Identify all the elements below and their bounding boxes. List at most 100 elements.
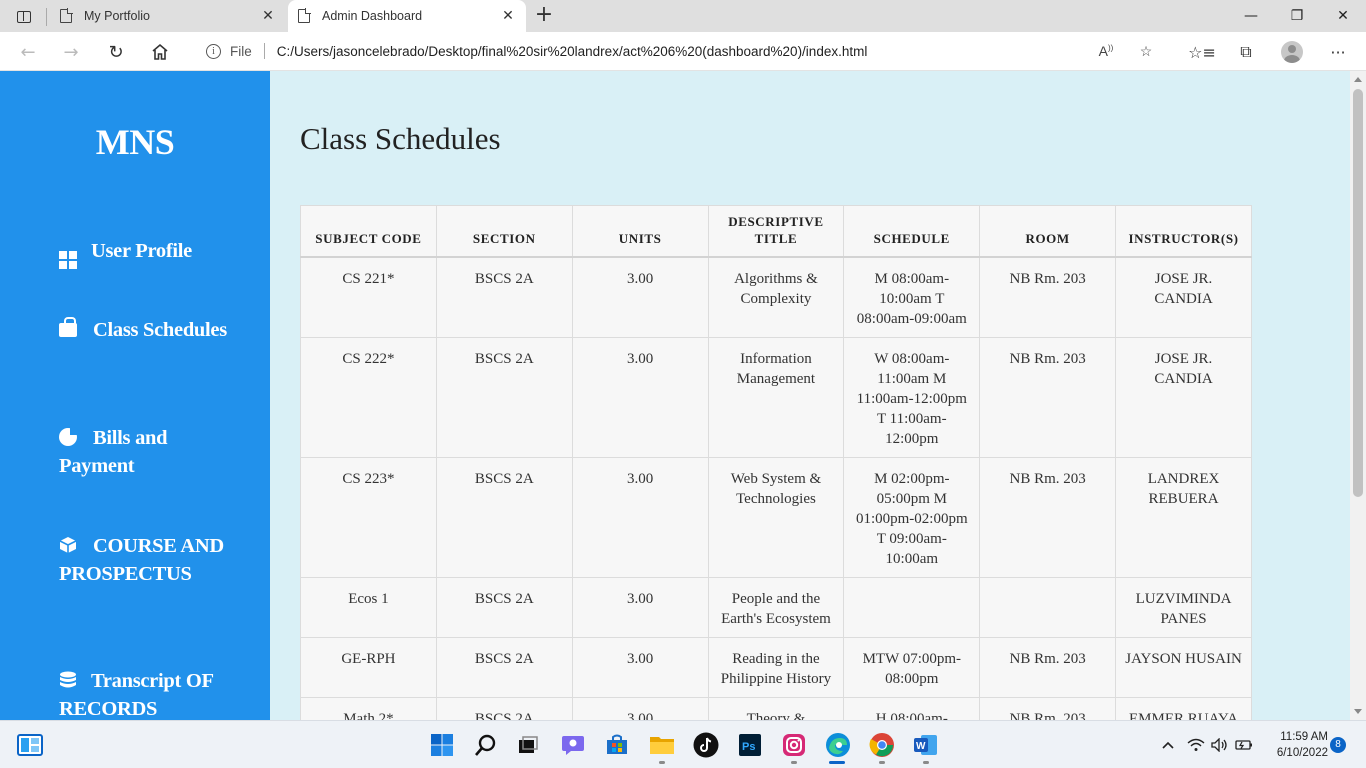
table-cell: CS 221* (300, 256, 437, 338)
profile-button[interactable] (1278, 39, 1306, 65)
address-bar[interactable]: i File C:/Users/jasoncelebrado/Desktop/f… (188, 36, 1174, 66)
file-explorer-button[interactable] (648, 731, 676, 759)
read-aloud-icon[interactable]: A)) (1094, 43, 1118, 59)
table-cell: H 08:00am-10:00am T (843, 696, 981, 720)
add-favorite-icon[interactable]: ☆ (1134, 43, 1158, 60)
sidebar-item-transcript-of-records[interactable]: Transcript OF RECORDS (59, 667, 229, 720)
collections-icon[interactable]: ⧉ (1232, 39, 1260, 65)
shopping-bag-icon (59, 317, 77, 337)
table-cell: BSCS 2A (435, 336, 573, 458)
vertical-scrollbar[interactable] (1350, 71, 1366, 720)
column-header: DESCRIPTIVE TITLE (707, 205, 845, 258)
table-cell: Ecos 1 (300, 576, 437, 638)
table-cell: M 08:00am-10:00am T 08:00am-09:00am (843, 256, 981, 338)
windows-icon (59, 251, 77, 269)
search-icon (475, 734, 496, 756)
clock-date: 6/10/2022 (1276, 747, 1328, 759)
table-cell: CS 223* (300, 456, 437, 578)
start-button[interactable] (428, 731, 456, 759)
table-header-row: SUBJECT CODE SECTION UNITS DESCRIPTIVE T… (300, 205, 1252, 258)
sidebar: MNS User Profile Class Schedules Bills a… (0, 71, 270, 720)
table-cell: Web System & Technologies (707, 456, 845, 578)
page-icon (60, 8, 73, 23)
brand-logo[interactable]: MNS (0, 121, 270, 163)
scrollbar-thumb[interactable] (1353, 89, 1363, 497)
sidebar-item-label: COURSE AND PROSPECTUS (59, 535, 224, 585)
widgets-button[interactable] (16, 731, 44, 759)
show-hidden-icons-button[interactable] (1158, 731, 1178, 759)
task-view-button[interactable] (514, 731, 542, 759)
store-button[interactable] (603, 731, 631, 759)
database-icon (59, 671, 77, 689)
tab-actions-button[interactable] (10, 6, 38, 28)
pie-chart-icon (59, 428, 77, 446)
wifi-button[interactable] (1186, 731, 1206, 759)
url-text[interactable]: C:/Users/jasoncelebrado/Desktop/final%20… (277, 44, 1094, 59)
more-options-icon[interactable]: ··· (1324, 39, 1352, 65)
photoshop-button[interactable]: Ps (736, 731, 764, 759)
word-icon: W (914, 735, 937, 755)
chrome-icon (869, 733, 894, 757)
minimize-button[interactable]: — (1228, 0, 1274, 32)
tab-close-icon[interactable]: ✕ (260, 8, 276, 24)
new-tab-button[interactable]: + (534, 4, 554, 28)
url-separator (263, 43, 265, 59)
tab-admin-dashboard[interactable]: Admin Dashboard ✕ (288, 0, 526, 32)
table-row: CS 221* BSCS 2A 3.00 Algorithms & Comple… (300, 256, 1252, 338)
clock[interactable]: 11:59 AM 6/10/2022 (1262, 729, 1328, 761)
table-cell: Reading in the Philippine History (707, 636, 845, 698)
table-cell: 3.00 (571, 636, 709, 698)
scroll-down-arrow-icon[interactable] (1354, 709, 1362, 714)
table-cell: EMMER RUAYA (1115, 696, 1252, 720)
volume-button[interactable] (1210, 731, 1230, 759)
table-cell: Information Management (707, 336, 845, 458)
scroll-up-arrow-icon[interactable] (1354, 77, 1362, 82)
tab-my-portfolio[interactable]: My Portfolio ✕ (50, 0, 286, 32)
tab-title: My Portfolio (84, 9, 150, 23)
edge-button[interactable] (824, 731, 852, 759)
instagram-button[interactable] (780, 731, 808, 759)
table-cell: Math 2* (300, 696, 437, 720)
tiktok-button[interactable] (692, 731, 720, 759)
search-button[interactable] (472, 731, 500, 759)
info-icon[interactable]: i (206, 43, 221, 59)
word-button[interactable]: W (912, 731, 940, 759)
column-header: UNITS (571, 205, 709, 258)
forward-button[interactable]: → (58, 39, 84, 65)
close-window-button[interactable]: ✕ (1320, 0, 1366, 32)
clock-time: 11:59 AM (1280, 731, 1328, 743)
notification-badge[interactable]: 8 (1330, 737, 1346, 753)
refresh-button[interactable]: ↻ (103, 39, 129, 65)
maximize-button[interactable]: ❐ (1274, 0, 1320, 32)
table-cell: People and the Earth's Ecosystem (707, 576, 845, 638)
table-cell (843, 576, 981, 638)
sidebar-item-course-and-prospectus[interactable]: COURSE AND PROSPECTUS (59, 532, 229, 588)
table-cell: NB Rm. 203 (979, 336, 1117, 458)
table-cell: NB Rm. 203 (979, 256, 1117, 338)
tab-title: Admin Dashboard (322, 9, 423, 23)
chat-button[interactable] (559, 731, 587, 759)
store-icon (607, 734, 627, 754)
table-cell: NB Rm. 203 (979, 456, 1117, 578)
column-header: ROOM (979, 205, 1117, 258)
battery-button[interactable] (1234, 731, 1254, 759)
chrome-button[interactable] (868, 731, 896, 759)
table-row: GE-RPH BSCS 2A 3.00 Reading in the Phili… (300, 636, 1252, 698)
table-cell: 3.00 (571, 576, 709, 638)
sidebar-item-bills-and-payment[interactable]: Bills and Payment (59, 424, 229, 480)
table-cell: Theory & Computation (707, 696, 845, 720)
home-button[interactable] (147, 39, 173, 65)
sidebar-item-user-profile[interactable]: User Profile (59, 237, 229, 269)
column-header: SCHEDULE (843, 205, 981, 258)
chat-icon (562, 736, 584, 755)
tab-close-icon[interactable]: ✕ (500, 8, 516, 24)
back-button[interactable]: ← (15, 39, 41, 65)
running-indicator (659, 761, 665, 764)
active-indicator (829, 761, 845, 764)
running-indicator (879, 761, 885, 764)
sidebar-item-class-schedules[interactable]: Class Schedules (59, 316, 229, 344)
sidebar-item-label: Transcript OF RECORDS (59, 670, 213, 720)
favorites-icon[interactable]: ☆≡ (1188, 39, 1216, 65)
column-header: SECTION (435, 205, 573, 258)
avatar (1281, 41, 1303, 63)
